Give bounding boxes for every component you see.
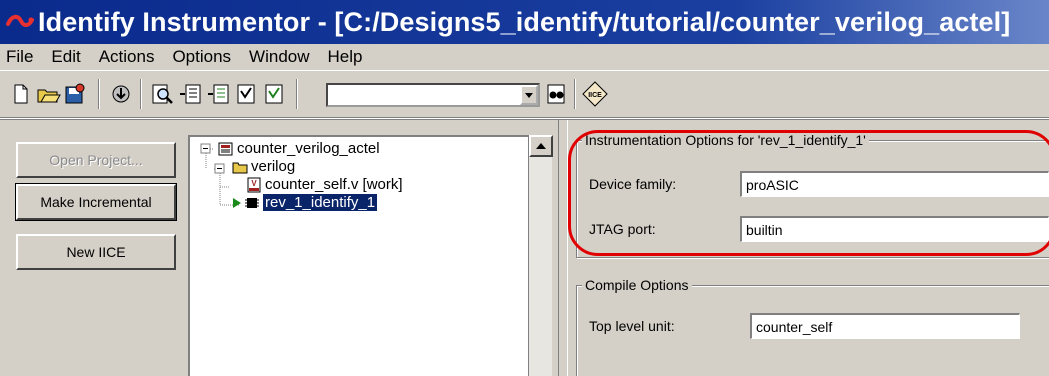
make-incremental-button[interactable]: Make Incremental [15,183,177,221]
toolbar-separator [140,79,142,109]
tree-item-implementation-label: rev_1_identify_1 [263,194,378,211]
device-family-field[interactable]: proASIC [740,171,1049,197]
tree-item-project-label: counter_verilog_actel [237,140,380,157]
menu-actions[interactable]: Actions [99,47,155,67]
download-icon[interactable] [108,81,134,107]
menu-help[interactable]: Help [328,47,363,67]
tree-item-project[interactable]: counter_verilog_actel [218,140,380,157]
toolbar-separator [296,79,298,109]
chevron-down-icon[interactable] [520,85,538,105]
menu-window[interactable]: Window [249,47,309,67]
tree-item-folder[interactable]: verilog [232,158,295,175]
tree-item-file-label: counter_self.v [work] [265,176,403,193]
tree-item-implementation[interactable]: rev_1_identify_1 [232,194,378,211]
new-iice-button[interactable]: New IICE [16,234,176,270]
tree-item-file[interactable]: V counter_self.v [work] [246,176,403,193]
open-folder-icon[interactable] [36,81,62,107]
instrumentation-options-title: Instrumentation Options for 'rev_1_ident… [582,132,869,148]
title-bar: Identify Instrumentor - [C:/Designs5_ide… [0,0,1049,44]
project-icon [218,142,233,155]
open-project-button[interactable]: Open Project... [16,142,176,178]
tree-item-folder-label: verilog [251,158,296,175]
search-combo[interactable] [326,83,540,107]
new-file-icon[interactable] [8,81,34,107]
svg-text:V: V [251,179,257,188]
top-level-unit-field[interactable]: counter_self [750,313,1020,339]
iice-icon[interactable]: IICE [582,81,608,107]
toolbar-separator [574,79,576,109]
device-family-label: Device family: [589,176,677,192]
instrument-icon-2[interactable] [206,81,232,107]
toolbar: IICE [0,70,1049,118]
play-arrow-icon [233,197,241,208]
instrument-icon-3[interactable] [234,81,260,107]
project-tree[interactable]: counter_verilog_actel verilog V counter_… [188,135,528,376]
window-title: Identify Instrumentor - [C:/Designs5_ide… [38,6,1011,37]
menu-bar: File Edit Actions Options Window Help [0,44,1049,70]
folder-icon [232,162,248,173]
verilog-file-icon: V [247,177,261,192]
menu-edit[interactable]: Edit [51,47,80,67]
jtag-port-label: JTAG port: [589,221,656,237]
panel-splitter[interactable] [558,120,568,376]
chip-icon [245,197,259,208]
iice-icon-label: IICE [588,92,602,99]
jtag-port-field[interactable]: builtin [740,216,1049,242]
save-icon[interactable] [62,81,88,107]
menu-file[interactable]: File [6,47,33,67]
main-panel: Open Project... Make Incremental New IIC… [0,119,1049,376]
compile-options-title: Compile Options [582,277,692,293]
scroll-up-icon[interactable] [529,135,553,157]
snake-logo-icon [6,14,34,27]
find-binoculars-icon[interactable] [544,81,570,107]
menu-options[interactable]: Options [172,47,231,67]
tree-scrollbar[interactable] [528,135,553,376]
toolbar-separator [98,79,100,109]
search-doc-icon[interactable] [150,81,176,107]
instrument-icon-4[interactable] [262,81,288,107]
instrument-icon-1[interactable] [178,81,204,107]
top-level-unit-label: Top level unit: [589,318,675,334]
